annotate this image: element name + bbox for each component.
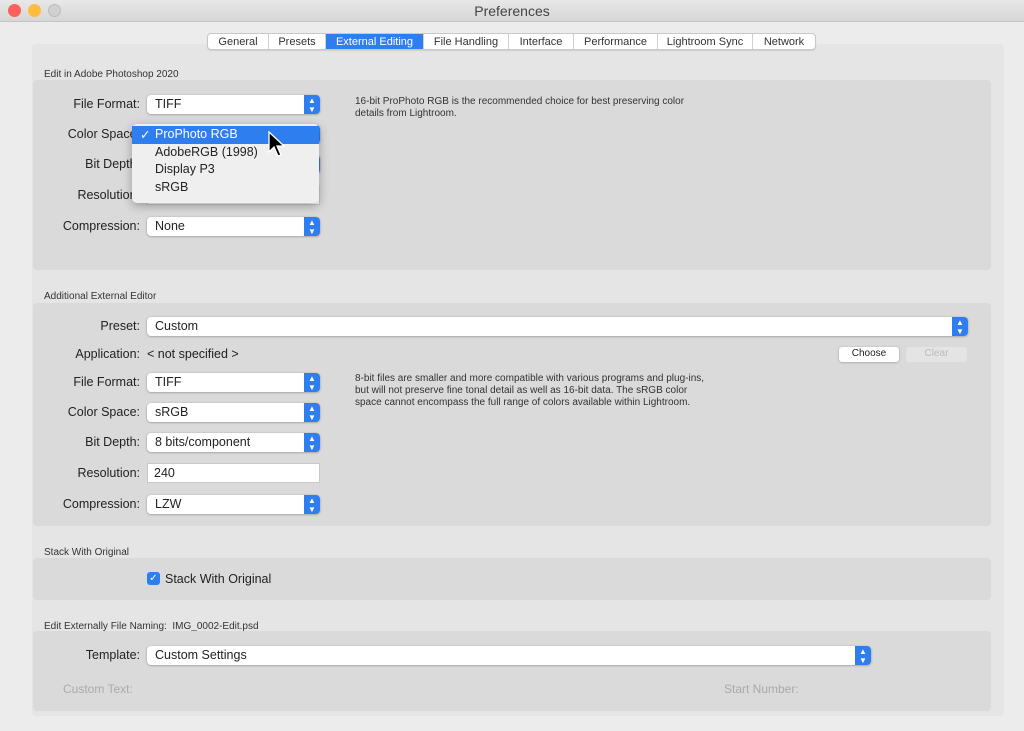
- compression-label: Compression:: [62, 219, 140, 233]
- title-bar: Preferences: [0, 0, 1024, 22]
- compression-label: Compression:: [62, 497, 140, 511]
- color-space-label: Color Space:: [67, 127, 140, 141]
- stack-checkbox[interactable]: ✓: [147, 572, 160, 585]
- chevron-updown-icon: ▲▼: [304, 217, 320, 236]
- photoshop-note: 16-bit ProPhoto RGB is the recommended c…: [355, 96, 685, 120]
- additional-heading: Additional External Editor: [44, 291, 157, 302]
- mouse-cursor-icon: [268, 131, 286, 157]
- tab-network[interactable]: Network: [753, 34, 815, 49]
- menu-item-adobergb[interactable]: AdobeRGB (1998): [132, 144, 319, 162]
- choose-button[interactable]: Choose: [839, 347, 899, 362]
- tab-lightroom-sync[interactable]: Lightroom Sync: [658, 34, 753, 49]
- compression-select[interactable]: LZW ▲ ▼: [147, 495, 320, 514]
- template-label: Template:: [85, 648, 140, 662]
- bit-depth-select[interactable]: 8 bits/component ▲ ▼: [147, 433, 320, 452]
- chevron-updown-icon: ▲▼: [304, 495, 320, 514]
- menu-item-prophoto-rgb[interactable]: ✓ ProPhoto RGB: [132, 126, 319, 144]
- chevron-updown-icon: ▲▼: [304, 373, 320, 392]
- naming-group: [33, 631, 991, 711]
- bit-depth-label: Bit Depth:: [85, 157, 140, 171]
- stack-heading: Stack With Original: [44, 547, 130, 558]
- compression-select[interactable]: None ▲ ▼: [147, 217, 320, 236]
- chevron-updown-icon: ▲▼: [304, 95, 320, 114]
- tab-file-handling[interactable]: File Handling: [424, 34, 509, 49]
- stack-checkbox-label[interactable]: Stack With Original: [165, 572, 271, 586]
- template-select[interactable]: Custom Settings ▲ ▼: [147, 646, 871, 665]
- custom-text-label: Custom Text:: [63, 682, 133, 696]
- tab-external-editing[interactable]: External Editing: [326, 34, 424, 49]
- clear-button[interactable]: Clear: [906, 347, 967, 362]
- chevron-updown-icon: ▲▼: [304, 403, 320, 422]
- color-space-label: Color Space:: [67, 405, 140, 419]
- color-space-menu: ✓ ProPhoto RGB AdobeRGB (1998) Display P3…: [132, 124, 319, 203]
- tab-presets[interactable]: Presets: [269, 34, 326, 49]
- file-format-select[interactable]: TIFF ▲ ▼: [147, 373, 320, 392]
- resolution-input[interactable]: 240: [147, 463, 320, 483]
- tab-performance[interactable]: Performance: [574, 34, 658, 49]
- menu-item-srgb[interactable]: sRGB: [132, 179, 319, 197]
- chevron-updown-icon: ▲▼: [952, 317, 968, 336]
- resolution-label: Resolution:: [77, 466, 140, 480]
- preset-select[interactable]: Custom ▲ ▼: [147, 317, 968, 336]
- file-format-select[interactable]: TIFF ▲ ▼: [147, 95, 320, 114]
- checkmark-icon: ✓: [140, 128, 151, 142]
- tab-general[interactable]: General: [208, 34, 269, 49]
- tab-bar: General Presets External Editing File Ha…: [207, 33, 816, 50]
- bit-depth-label: Bit Depth:: [85, 435, 140, 449]
- file-format-label: File Format:: [73, 97, 140, 111]
- additional-note: 8-bit files are smaller and more compati…: [355, 373, 705, 409]
- preset-label: Preset:: [100, 319, 140, 333]
- chevron-updown-icon: ▲▼: [855, 646, 871, 665]
- resolution-label: Resolution:: [77, 188, 140, 202]
- window-title: Preferences: [474, 3, 550, 19]
- application-label: Application:: [75, 347, 140, 361]
- color-space-select[interactable]: sRGB ▲ ▼: [147, 403, 320, 422]
- start-number-label: Start Number:: [724, 682, 799, 696]
- application-value: < not specified >: [147, 347, 239, 361]
- tab-interface[interactable]: Interface: [509, 34, 574, 49]
- chevron-updown-icon: ▲▼: [304, 433, 320, 452]
- file-format-label: File Format:: [73, 375, 140, 389]
- menu-item-display-p3[interactable]: Display P3: [132, 161, 319, 179]
- photoshop-heading: Edit in Adobe Photoshop 2020: [44, 69, 179, 80]
